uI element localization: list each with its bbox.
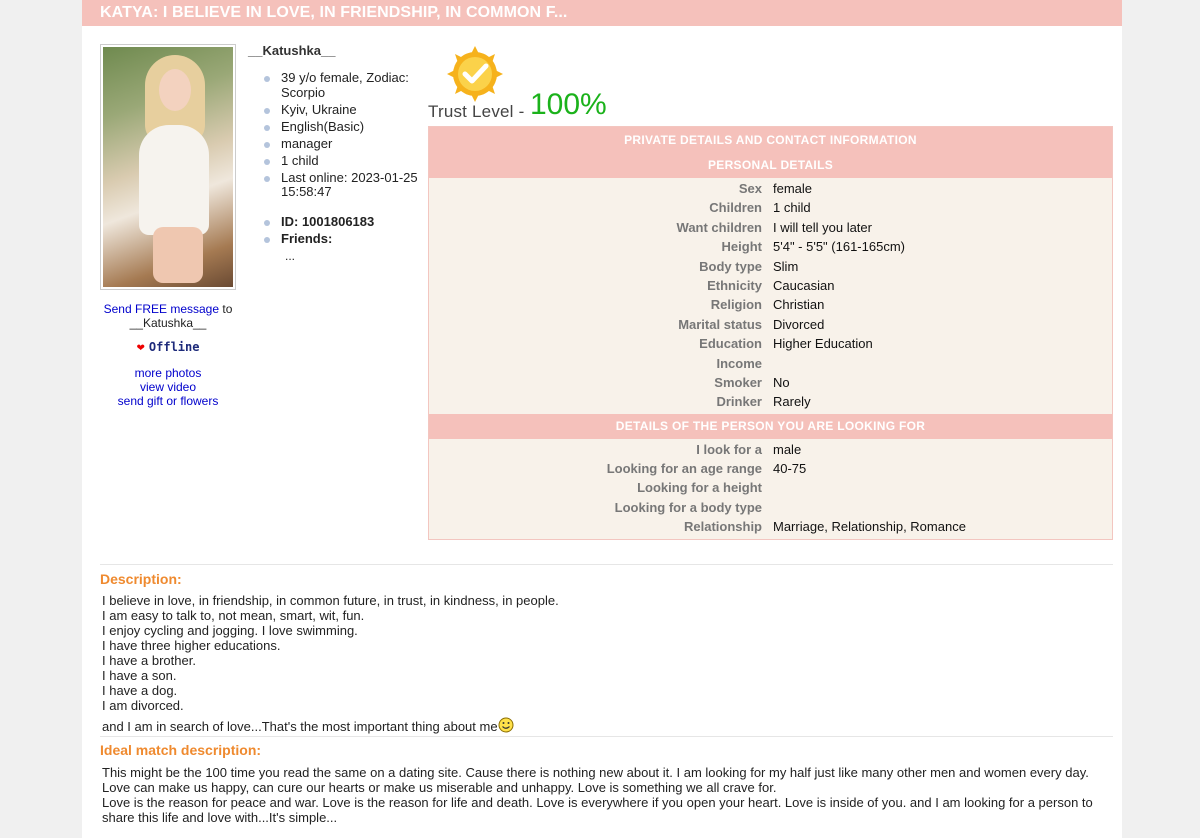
looking-row-relationship: Relationship Marriage, Relationship, Roma… <box>683 519 966 535</box>
description-title: Description: <box>100 571 182 587</box>
profile-id: ID: 1001806183 <box>263 214 428 230</box>
detail-row-ethnicity: Ethnicity Caucasian <box>707 277 835 293</box>
info-list: 39 y/o female, Zodiac: Scorpio Kyiv, Ukr… <box>263 70 428 200</box>
online-status: ❤ Offline <box>100 340 236 354</box>
ideal-match-line: Love can make us happy, can cure our hea… <box>102 780 777 795</box>
send-to-text: to <box>222 302 233 316</box>
info-item-age: 39 y/o female, Zodiac: Scorpio <box>263 70 428 100</box>
divider <box>100 736 1113 737</box>
basic-info: __Katushka__ 39 y/o female, Zodiac: Scor… <box>248 43 428 263</box>
description-text: I believe in love, in friendship, in com… <box>102 593 1102 734</box>
description-line: I have a son. <box>102 668 177 683</box>
send-gift-link[interactable]: send gift or flowers <box>118 394 219 408</box>
status-label: Offline <box>148 340 200 354</box>
info-item-language: English(Basic) <box>263 119 428 135</box>
page-title: KATYA: I BELIEVE IN LOVE, IN FRIENDSHIP,… <box>82 0 1122 26</box>
description-line: I have a dog. <box>102 683 178 698</box>
description-line: I am divorced. <box>102 698 184 713</box>
send-free-message-link[interactable]: Send FREE message <box>104 302 219 316</box>
info-item-last-online: Last online: 2023-01-25 15:58:47 <box>263 170 428 200</box>
detail-row-religion: Religion Christian <box>710 297 825 313</box>
personal-details-rows: Sex female Children 1 child Want children I… <box>429 178 1112 414</box>
private-details-header: PRIVATE DETAILS AND CONTACT INFORMATION <box>429 127 1112 153</box>
id-list: ID: 1001806183 Friends: <box>263 214 428 247</box>
looking-for-header: DETAILS OF THE PERSON YOU ARE LOOKING FO… <box>429 413 1112 439</box>
looking-row-height: Looking for a height <box>637 480 762 496</box>
view-video-link[interactable]: view video <box>140 380 196 394</box>
looking-row-gender: I look for a male <box>696 441 802 457</box>
detail-row-want-children: Want children I will tell you later <box>676 219 872 235</box>
photo-column: Send FREE message to __Katushka__ ❤ Offli… <box>100 44 236 408</box>
profile-photo-image[interactable] <box>103 47 233 287</box>
detail-row-drinker: Drinker Rarely <box>716 394 811 410</box>
trust-level: Trust Level - 100% <box>428 44 628 124</box>
profile-links: more photos view video send gift or flow… <box>100 366 236 408</box>
detail-row-smoker: Smoker No <box>714 374 790 390</box>
trust-label: Trust Level - <box>428 102 525 121</box>
looking-row-age-range: Looking for an age range 40-75 <box>606 461 807 477</box>
profile-photo[interactable] <box>100 44 236 290</box>
detail-row-body-type: Body type Slim <box>699 258 799 274</box>
ideal-match-line: This might be the 100 time you read the … <box>102 765 1089 780</box>
trust-medal-icon <box>447 46 503 102</box>
send-message-block: Send FREE message to __Katushka__ <box>100 302 236 330</box>
ideal-match-title: Ideal match description: <box>100 742 262 758</box>
send-to-username: __Katushka__ <box>129 316 207 330</box>
ideal-match-line: Love is the reason for peace and war. Lo… <box>102 795 1093 825</box>
friends-more[interactable]: ... <box>285 249 428 263</box>
description-line: I enjoy cycling and jogging. I love swim… <box>102 623 358 638</box>
description-line: I believe in love, in friendship, in com… <box>102 593 559 608</box>
info-item-location: Kyiv, Ukraine <box>263 102 428 118</box>
profile-page: KATYA: I BELIEVE IN LOVE, IN FRIENDSHIP,… <box>82 0 1122 838</box>
detail-row-education: Education Higher Education <box>699 336 873 352</box>
details-table: PRIVATE DETAILS AND CONTACT INFORMATION … <box>428 126 1113 540</box>
detail-row-marital-status: Marital status Divorced <box>678 316 825 332</box>
detail-row-children: Children 1 child <box>709 200 811 216</box>
friends-label: Friends: <box>263 231 428 247</box>
description-line: I have three higher educations. <box>102 638 281 653</box>
detail-row-sex: Sex female <box>738 181 813 196</box>
info-item-children: 1 child <box>263 153 428 169</box>
description-line: I am easy to talk to, not mean, smart, w… <box>102 608 365 623</box>
username: __Katushka__ <box>248 43 336 58</box>
heart-icon: ❤ <box>136 343 145 354</box>
detail-row-height: Height 5'4" - 5'5" (161-165cm) <box>721 239 905 255</box>
detail-row-income: Income <box>716 355 762 371</box>
divider <box>100 564 1113 565</box>
smiley-icon <box>498 717 514 733</box>
info-item-occupation: manager <box>263 136 428 152</box>
personal-details-header: PERSONAL DETAILS <box>429 153 1112 178</box>
looking-row-body-type: Looking for a body type <box>614 499 762 515</box>
trust-value: 100% <box>530 88 607 121</box>
ideal-match-text: This might be the 100 time you read the … <box>102 765 1112 825</box>
description-line: I have a brother. <box>102 653 196 668</box>
description-last-line: and I am in search of love...That's the … <box>102 717 1102 734</box>
looking-for-rows: I look for a male Looking for an age rang… <box>429 439 1112 539</box>
more-photos-link[interactable]: more photos <box>135 366 202 380</box>
